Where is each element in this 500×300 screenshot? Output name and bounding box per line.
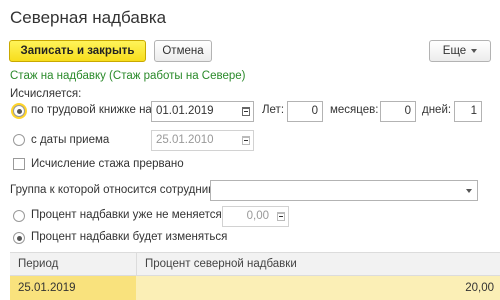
row-period: 25.01.2019 — [18, 282, 76, 294]
save-and-close-button[interactable]: Записать и закрыть — [9, 40, 146, 62]
radio-by-workbook[interactable] — [13, 105, 25, 117]
calculator-icon — [277, 212, 285, 221]
years-input[interactable]: 0 — [287, 101, 323, 122]
employee-group-dropdown-button[interactable] — [462, 180, 478, 201]
radio-percent-fixed[interactable] — [13, 210, 25, 222]
hire-date-calendar-button[interactable] — [238, 130, 254, 151]
days-input[interactable]: 1 — [454, 101, 482, 122]
workbook-date-input[interactable]: 01.01.2019 — [151, 101, 239, 122]
hire-date-input[interactable]: 25.01.2010 — [151, 130, 239, 151]
calendar-icon — [242, 107, 250, 116]
calculated-label: Исчисляется: — [10, 88, 82, 100]
column-header-percent[interactable]: Процент северной надбавки — [137, 253, 497, 275]
radio-from-hire-date-label: с даты приема — [31, 134, 110, 146]
radio-percent-changing-label: Процент надбавки будет изменяться — [31, 231, 228, 243]
radio-from-hire-date[interactable] — [13, 134, 25, 146]
months-input[interactable]: 0 — [380, 101, 416, 122]
calendar-icon — [242, 136, 250, 145]
experience-interrupted-label: Исчисление стажа прервано — [31, 158, 184, 170]
chevron-down-icon — [471, 48, 478, 53]
percent-table: Период Процент северной надбавки 25.01.2… — [10, 252, 500, 300]
radio-by-workbook-label: по трудовой книжке на — [31, 104, 152, 116]
percent-fixed-calc-button[interactable] — [273, 206, 289, 227]
workbook-date-calendar-button[interactable] — [238, 101, 254, 122]
chevron-down-icon — [466, 189, 472, 193]
row-percent: 20,00 — [465, 282, 494, 294]
experience-interrupted-checkbox[interactable] — [13, 158, 25, 170]
days-label: дней: — [422, 104, 452, 116]
more-button-label: Еще — [442, 45, 467, 57]
cancel-button[interactable]: Отмена — [154, 40, 212, 62]
employee-group-label: Группа к которой относится сотрудник: — [10, 184, 217, 196]
more-button[interactable]: Еще — [429, 40, 491, 62]
table-header: Период Процент северной надбавки — [10, 252, 500, 276]
column-header-period[interactable]: Период — [10, 253, 136, 275]
experience-link[interactable]: Стаж на надбавку (Стаж работы на Севере) — [10, 70, 246, 82]
employee-group-select[interactable] — [210, 180, 463, 201]
years-label: Лет: — [262, 104, 285, 116]
percent-fixed-input[interactable]: 0,00 — [222, 206, 274, 227]
window-title: Северная надбавка — [10, 8, 167, 27]
radio-percent-changing[interactable] — [13, 232, 25, 244]
radio-percent-fixed-label: Процент надбавки уже не меняется — [31, 209, 222, 221]
table-row[interactable]: 25.01.2019 20,00 — [10, 276, 500, 300]
months-label: месяцев: — [330, 104, 379, 116]
